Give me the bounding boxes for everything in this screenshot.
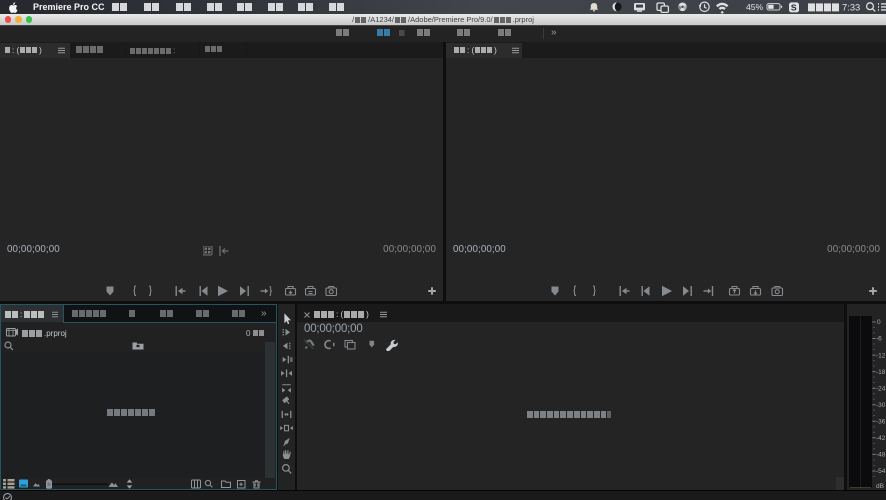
svg-text:-42: -42 — [876, 435, 886, 442]
svg-text:-12: -12 — [876, 352, 886, 359]
svg-text:0: 0 — [877, 319, 881, 326]
svg-text:7:33: 7:33 — [842, 2, 860, 13]
svg-text:-54: -54 — [876, 468, 886, 475]
svg-text:-48: -48 — [876, 452, 886, 459]
svg-text:-36: -36 — [876, 419, 886, 426]
svg-text:dB: dB — [876, 483, 884, 490]
svg-text:S: S — [791, 3, 797, 13]
svg-text:-18: -18 — [876, 369, 886, 376]
svg-text:-6: -6 — [876, 336, 882, 343]
svg-text:45%: 45% — [746, 2, 764, 12]
svg-text:-30: -30 — [876, 402, 886, 409]
svg-text:-24: -24 — [876, 385, 886, 392]
